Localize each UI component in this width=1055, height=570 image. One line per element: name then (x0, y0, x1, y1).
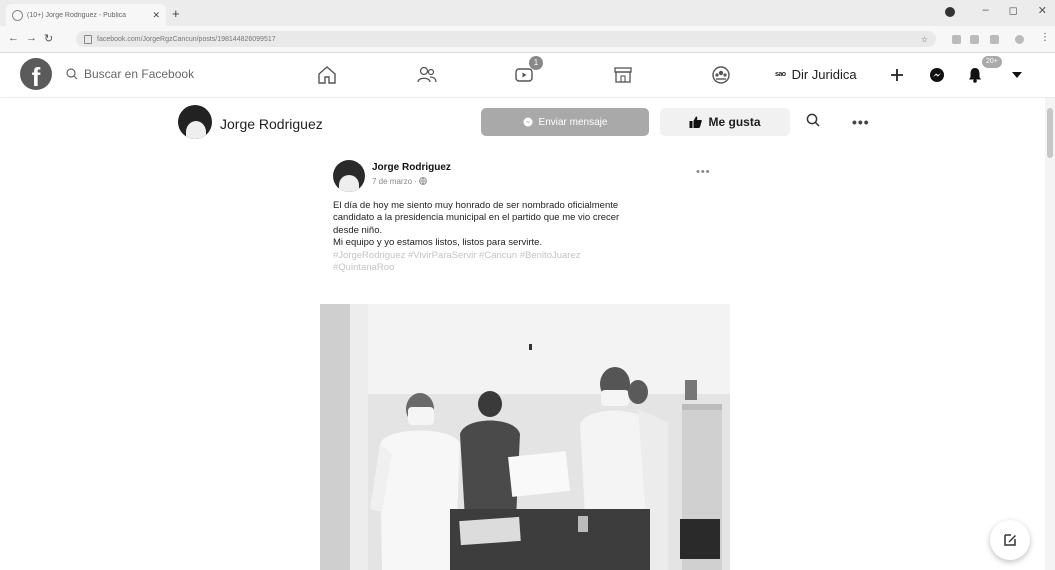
page-name[interactable]: Jorge Rodriguez (220, 116, 323, 132)
post-timestamp[interactable]: 7 de marzo · (372, 177, 427, 186)
maximize-button[interactable]: ◻ (1009, 4, 1018, 17)
tab-close-icon[interactable]: ✕ (152, 10, 160, 21)
like-page-button[interactable]: Me gusta (660, 108, 790, 136)
browser-address-bar: ← → ↻ facebook.com/JorgeRgzCancun/posts/… (0, 26, 1055, 53)
lock-icon (84, 34, 92, 44)
watch-badge: 1 (529, 56, 543, 70)
tab-favicon-icon (12, 9, 23, 21)
profile-icon[interactable] (1015, 35, 1024, 44)
page-switcher-name: Dir Juridica (791, 67, 857, 82)
forward-arrow-icon[interactable]: → (26, 32, 37, 44)
search-placeholder: Buscar en Facebook (84, 67, 195, 81)
messenger-icon[interactable] (924, 62, 950, 88)
url-input[interactable]: facebook.com/JorgeRgzCancun/posts/198144… (76, 31, 936, 47)
post-text-line: Mi equipo y yo estamos listos, listos pa… (333, 237, 543, 249)
post-card: Jorge Rodriguez 7 de marzo · ••• El día … (320, 146, 730, 570)
messenger-small-icon (523, 117, 533, 127)
post-text-line: candidato a la presidencia municipal en … (333, 212, 620, 224)
reload-icon[interactable]: ↻ (44, 32, 53, 45)
page-switcher-logo: sao (775, 71, 786, 78)
search-input[interactable]: Buscar en Facebook (58, 60, 238, 88)
marketplace-icon[interactable] (610, 62, 636, 88)
home-icon[interactable] (314, 62, 340, 88)
post-more-button[interactable]: ••• (696, 166, 711, 178)
extension-icon[interactable] (970, 35, 979, 44)
post-text-line: El día de hoy me siento muy honrado de s… (333, 200, 619, 211)
friends-icon[interactable] (414, 62, 440, 88)
post-hashtags[interactable]: #JorgeRodriguez #VivirParaServir #Cancun… (333, 250, 713, 262)
post-hashtags[interactable]: #QuintanaRoo (333, 262, 713, 274)
window-controls: – ◻ ✕ (983, 4, 1047, 17)
browser-menu-icon[interactable]: ⋮ (1040, 32, 1050, 43)
globe-icon (419, 177, 427, 185)
like-label: Me gusta (708, 115, 761, 129)
compose-icon (1004, 534, 1016, 546)
tab-title: (10+) Jorge Rodriguez - Publica (27, 11, 127, 19)
scrollbar-thumb[interactable] (1047, 108, 1053, 158)
caret-down-icon[interactable] (1004, 62, 1030, 88)
extension-icon[interactable] (990, 35, 999, 44)
back-arrow-icon[interactable]: ← (8, 32, 19, 44)
browser-tab-bar: (10+) Jorge Rodriguez - Publica ✕ + – ◻ … (0, 0, 1055, 26)
send-message-button[interactable]: Enviar mensaje (481, 108, 649, 136)
post-date: 7 de marzo · (372, 177, 417, 186)
star-icon[interactable]: ☆ (921, 35, 928, 44)
post-author-name[interactable]: Jorge Rodriguez (372, 162, 451, 173)
facebook-header: f Buscar en Facebook sao Dir Juridica (0, 53, 1055, 97)
close-window-button[interactable]: ✕ (1038, 4, 1047, 17)
page-switcher[interactable]: sao Dir Juridica (775, 67, 857, 82)
post-author-avatar[interactable] (333, 160, 365, 192)
extension-icon[interactable] (952, 35, 961, 44)
page-avatar[interactable] (178, 105, 212, 139)
url-text: facebook.com/JorgeRgzCancun/posts/198144… (97, 35, 276, 43)
plus-icon[interactable] (884, 62, 910, 88)
new-tab-button[interactable]: + (172, 6, 180, 21)
new-message-button[interactable] (990, 520, 1030, 560)
post-text: El día de hoy me siento muy honrado de s… (333, 200, 713, 274)
like-icon (689, 116, 703, 128)
search-icon (66, 68, 78, 80)
minimize-button[interactable]: – (983, 4, 989, 17)
page-more-button[interactable]: ••• (852, 114, 870, 130)
search-icon[interactable] (806, 113, 820, 127)
facebook-logo-icon[interactable]: f (20, 58, 52, 90)
send-message-label: Enviar mensaje (538, 116, 608, 128)
post-text-line: desde niño. (333, 224, 383, 236)
page-scrollbar[interactable] (1045, 98, 1055, 570)
page-header: Jorge Rodriguez Enviar mensaje Me gusta … (0, 98, 1045, 146)
browser-tab[interactable]: (10+) Jorge Rodriguez - Publica ✕ (6, 4, 166, 26)
groups-icon[interactable] (708, 62, 734, 88)
notifications-badge: 20+ (982, 56, 1002, 68)
browser-profile-icon[interactable] (945, 7, 955, 17)
post-photo[interactable] (320, 304, 730, 570)
